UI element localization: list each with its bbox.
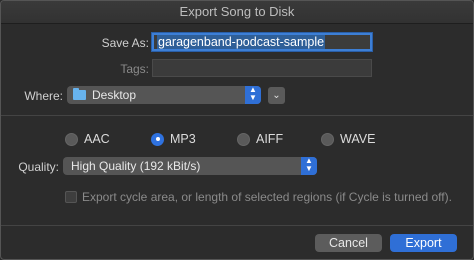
- dialog-title: Export Song to Disk: [1, 1, 473, 24]
- save-as-value: garagenband-podcast-sample: [157, 35, 326, 49]
- where-label: Where:: [24, 89, 63, 103]
- section-divider: [1, 115, 473, 116]
- radio-aiff[interactable]: AIFF: [237, 132, 283, 146]
- chevron-down-icon[interactable]: ⌄: [268, 87, 285, 104]
- cancel-button[interactable]: Cancel: [315, 234, 382, 252]
- quality-popup[interactable]: High Quality (192 kBit/s) ▲ ▼: [63, 157, 317, 175]
- export-button[interactable]: Export: [390, 234, 457, 252]
- save-as-label: Save As:: [101, 36, 149, 50]
- quality-label: Quality:: [18, 160, 59, 174]
- radio-aac[interactable]: AAC: [65, 132, 110, 146]
- radio-wave-label: WAVE: [340, 132, 376, 146]
- save-as-field[interactable]: garagenband-podcast-sample: [152, 33, 372, 51]
- radio-mp3[interactable]: MP3: [151, 132, 196, 146]
- export-dialog: Export Song to Disk Save As: garagenband…: [0, 0, 474, 260]
- updown-stepper-icon: ▲ ▼: [245, 86, 261, 104]
- cycle-checkbox-label: Export cycle area, or length of selected…: [82, 190, 452, 204]
- radio-aac-dot: [65, 132, 78, 146]
- radio-wave[interactable]: WAVE: [321, 132, 375, 146]
- where-popup[interactable]: Desktop ▲ ▼: [67, 86, 261, 104]
- radio-aac-label: AAC: [84, 132, 110, 146]
- footer-divider: [1, 225, 473, 226]
- where-value: Desktop: [92, 88, 137, 102]
- radio-mp3-dot: [151, 132, 164, 146]
- radio-aiff-dot: [237, 132, 250, 146]
- cycle-checkbox[interactable]: [65, 191, 77, 203]
- quality-value: High Quality (192 kBit/s): [71, 159, 201, 173]
- tags-label: Tags:: [120, 62, 149, 76]
- folder-icon: [73, 88, 86, 100]
- updown-stepper-icon: ▲ ▼: [301, 157, 317, 175]
- tags-field[interactable]: [152, 59, 372, 77]
- radio-wave-dot: [321, 132, 334, 146]
- radio-aiff-label: AIFF: [256, 132, 284, 146]
- radio-mp3-label: MP3: [170, 132, 196, 146]
